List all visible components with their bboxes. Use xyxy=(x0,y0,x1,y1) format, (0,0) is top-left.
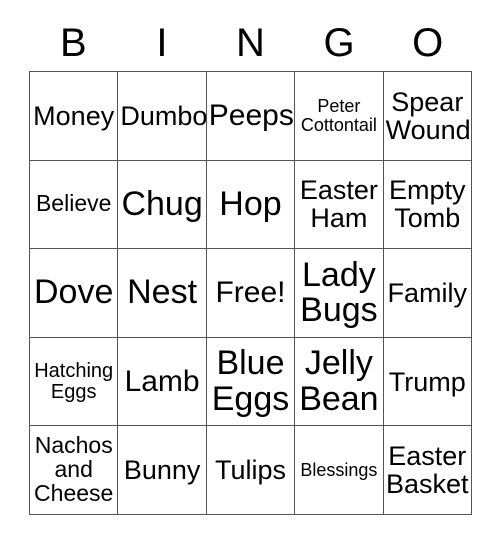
bingo-cell[interactable]: Nachos and Cheese xyxy=(30,426,119,515)
bingo-cell-label: Empty Tomb xyxy=(389,175,466,234)
bingo-cell-label: Chug xyxy=(121,184,203,223)
bingo-cell-label: Trump xyxy=(388,366,466,397)
bingo-cell[interactable]: Tulips xyxy=(206,426,296,515)
bingo-cell[interactable]: Bunny xyxy=(118,426,207,515)
bingo-cell-label: Dove xyxy=(34,273,114,312)
bingo-cell[interactable]: Dumbo xyxy=(118,72,207,161)
bingo-cell[interactable]: Trump xyxy=(383,337,472,427)
bingo-cell-label: Believe xyxy=(35,190,112,217)
bingo-cell[interactable]: Empty Tomb xyxy=(383,160,472,250)
bingo-cell[interactable]: Believe xyxy=(30,160,119,250)
bingo-cell-label: Easter Ham xyxy=(299,175,378,234)
bingo-cell[interactable]: Hatching Eggs xyxy=(30,337,119,427)
bingo-cell[interactable]: Peter Cottontail xyxy=(295,72,384,161)
bingo-cell[interactable]: Chug xyxy=(118,160,207,250)
bingo-cell[interactable]: Peeps xyxy=(206,72,296,161)
bingo-header-letter-i: I xyxy=(156,21,168,65)
bingo-cell[interactable]: Jelly Bean xyxy=(295,337,384,427)
bingo-cell-label: Nest xyxy=(127,273,198,312)
bingo-cell-label: Nachos and Cheese xyxy=(34,432,114,507)
bingo-cell[interactable]: Spear Wound xyxy=(383,72,472,161)
bingo-header-letter-g: G xyxy=(323,21,355,65)
bingo-cell-label: Lady Bugs xyxy=(300,255,378,329)
bingo-cell-label: Free! xyxy=(215,276,286,310)
bingo-cell[interactable]: Money xyxy=(30,72,119,161)
bingo-cell[interactable]: Blue Eggs xyxy=(206,337,296,427)
bingo-header-letter-n: N xyxy=(236,21,265,65)
bingo-cell-label: Hatching Eggs xyxy=(34,359,114,403)
bingo-cell[interactable]: Lady Bugs xyxy=(295,249,384,338)
bingo-cell-label: Lamb xyxy=(124,365,200,398)
bingo-cell-free[interactable]: Free! xyxy=(206,249,296,338)
bingo-cell-label: Jelly Bean xyxy=(299,344,379,418)
bingo-cell[interactable]: Easter Basket xyxy=(383,426,472,515)
bingo-grid: Money Dumbo Peeps Peter Cottontail Spear… xyxy=(29,71,472,515)
bingo-cell[interactable]: Easter Ham xyxy=(295,160,384,250)
bingo-cell-label: Money xyxy=(33,100,115,131)
bingo-header-row: B I N G O xyxy=(29,18,472,68)
bingo-card: B I N G O Money Dumbo Peeps Peter Cotton… xyxy=(0,0,500,544)
bingo-cell[interactable]: Dove xyxy=(30,249,119,338)
bingo-cell-label: Tulips xyxy=(214,455,286,486)
bingo-cell-label: Bunny xyxy=(123,455,201,486)
bingo-cell-label: Spear Wound xyxy=(385,86,471,145)
bingo-cell-label: Blue Eggs xyxy=(211,344,290,418)
bingo-cell[interactable]: Hop xyxy=(206,160,296,250)
bingo-cell-label: Family xyxy=(387,277,468,308)
bingo-cell-label: Peeps xyxy=(208,99,294,133)
bingo-cell[interactable]: Nest xyxy=(118,249,207,338)
bingo-cell-label: Peter Cottontail xyxy=(300,96,377,135)
bingo-cell[interactable]: Blessings xyxy=(295,426,384,515)
bingo-cell-label: Dumbo xyxy=(120,100,207,131)
bingo-cell-label: Blessings xyxy=(300,459,378,480)
bingo-header-letter-o: O xyxy=(412,21,444,65)
bingo-cell-label: Easter Basket xyxy=(386,441,469,500)
bingo-cell[interactable]: Family xyxy=(383,249,472,338)
bingo-cell-label: Hop xyxy=(219,184,282,223)
bingo-cell[interactable]: Lamb xyxy=(118,337,207,427)
bingo-header-letter-b: B xyxy=(59,21,87,65)
